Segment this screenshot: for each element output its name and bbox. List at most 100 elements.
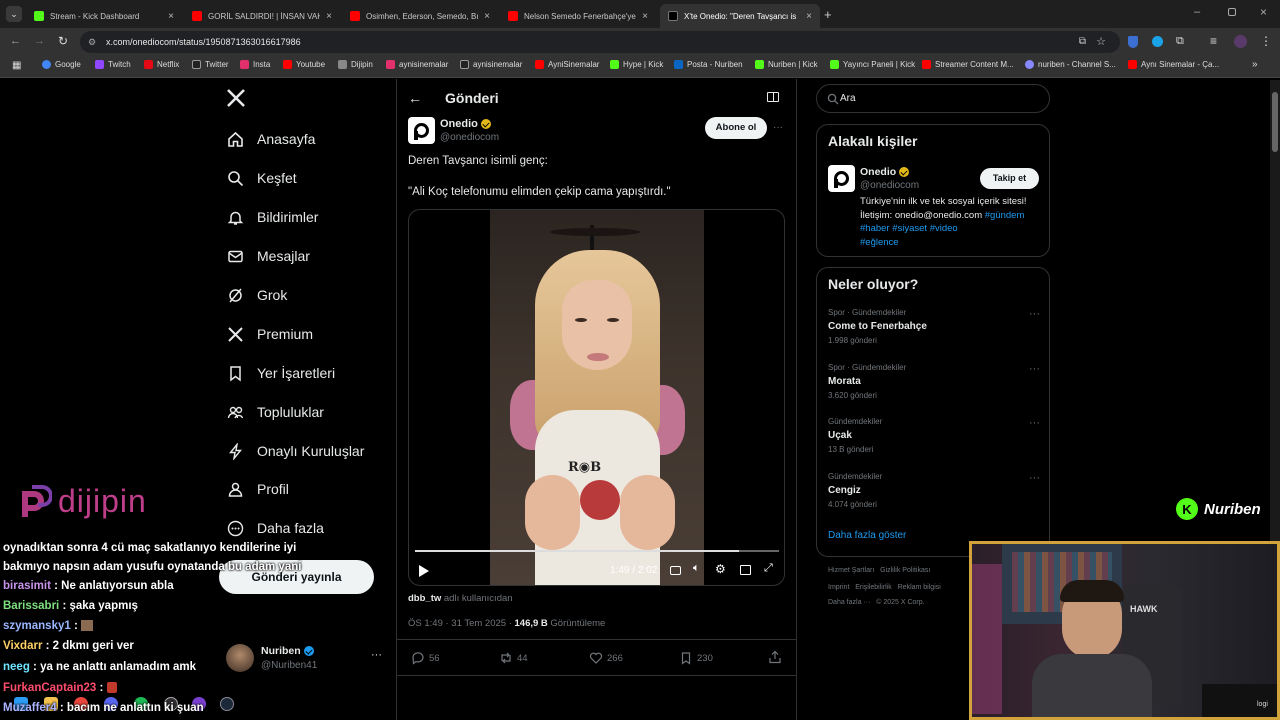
nav-profile[interactable]: Profil: [226, 480, 289, 498]
relevant-handle[interactable]: @onediocom: [860, 180, 919, 191]
subscribe-button[interactable]: Abone ol: [705, 117, 767, 139]
new-tab-button[interactable]: +: [824, 7, 832, 22]
bookmark-ayni-sinemalar[interactable]: Aynı Sinemalar - Ça...: [1128, 60, 1219, 69]
like-button[interactable]: 266: [589, 651, 623, 665]
tab-x-onedio[interactable]: X'te Onedio: "Deren Tavşancı is ×: [660, 4, 820, 28]
close-icon[interactable]: ×: [326, 11, 332, 22]
trend-item[interactable]: Gündemdekiler Uçak 13 B gönderi ···: [828, 417, 1040, 454]
bookmark-aynisinemalar-x[interactable]: aynisinemalar: [460, 60, 522, 69]
media-controls-icon[interactable]: ≡: [1210, 34, 1217, 48]
profile-icon[interactable]: [1234, 35, 1247, 48]
extensions-puzzle-icon[interactable]: ⧉: [1176, 35, 1184, 48]
author-handle[interactable]: @onediocom: [440, 132, 499, 143]
post-time[interactable]: ÖS 1:49 · 31 Tem 2025 ·: [408, 618, 512, 629]
footer-links-1[interactable]: Hizmet Şartları Gizlilik Politikası: [828, 567, 930, 574]
nav-bookmarks[interactable]: Yer İşaretleri: [226, 364, 335, 382]
bookmark-youtube[interactable]: Youtube: [283, 60, 325, 69]
close-window-button[interactable]: ×: [1260, 5, 1267, 19]
play-icon[interactable]: [419, 565, 429, 577]
bookmark-hype-kick[interactable]: Hype | Kick: [610, 60, 663, 69]
trend-item[interactable]: Gündemdekiler Cengiz 4.074 gönderi ···: [828, 472, 1040, 509]
close-icon[interactable]: ×: [806, 11, 812, 22]
nav-more[interactable]: Daha fazla: [226, 519, 324, 537]
share-icon[interactable]: [768, 650, 782, 669]
tab-search-button[interactable]: ⌄: [6, 6, 22, 22]
author-name[interactable]: Onedio: [440, 118, 491, 130]
more-bookmarks-icon[interactable]: »: [1252, 59, 1258, 70]
repost-button[interactable]: 44: [499, 651, 528, 665]
tab-youtube-osimhen[interactable]: Osimhen, Ederson, Semedo, Bı ×: [342, 4, 498, 28]
nav-verified-orgs[interactable]: Onaylı Kuruluşlar: [226, 442, 364, 460]
relevant-avatar[interactable]: [828, 165, 855, 192]
bookmark-twitter[interactable]: Twitter: [192, 60, 229, 69]
menu-icon[interactable]: ⋮: [1260, 34, 1272, 48]
close-icon[interactable]: ×: [642, 11, 648, 22]
show-more-link[interactable]: Daha fazla göster: [828, 530, 906, 541]
maximize-button[interactable]: [1228, 8, 1236, 16]
tab-kick-dashboard[interactable]: Stream - Kick Dashboard ×: [26, 4, 182, 28]
minimize-button[interactable]: –: [1194, 6, 1200, 18]
apps-grid-icon[interactable]: ▦: [12, 60, 21, 71]
fullscreen-icon[interactable]: ⤢: [764, 562, 773, 575]
nav-messages[interactable]: Mesajlar: [226, 247, 310, 265]
reader-view-icon[interactable]: [767, 92, 779, 102]
footer-links-2[interactable]: Imprint Erişilebilirlik Reklam bilgisi: [828, 584, 941, 591]
url-input[interactable]: ⚙ x.com/onediocom/status/195087136301661…: [80, 31, 1120, 53]
more-dots-icon[interactable]: ···: [773, 122, 783, 133]
more-dots-icon[interactable]: ···: [1029, 417, 1040, 429]
volume-icon[interactable]: 🔈︎: [693, 562, 700, 575]
bookmark-posta[interactable]: Posta - Nuriben: [674, 60, 743, 69]
close-icon[interactable]: ×: [484, 11, 490, 22]
bookmark-insta[interactable]: Insta: [240, 60, 270, 69]
bio-hashtag-eglence[interactable]: #eğlence: [860, 236, 1040, 250]
back-arrow-icon[interactable]: ←: [10, 35, 21, 47]
bookmark-channel-s[interactable]: nuriben - Channel S...: [1025, 60, 1116, 69]
back-arrow-icon[interactable]: ←: [408, 90, 422, 106]
bookmark-twitch[interactable]: Twitch: [95, 60, 131, 69]
relevant-name[interactable]: Onedio: [860, 166, 910, 178]
more-dots-icon[interactable]: ···: [371, 649, 382, 661]
tab-youtube-goril[interactable]: GORİL SALDIRDI! | İNSAN VAHŞ ×: [184, 4, 340, 28]
nav-explore[interactable]: Keşfet: [226, 169, 297, 187]
extension-shield-icon[interactable]: [1128, 36, 1138, 48]
source-user[interactable]: dbb_tw: [408, 593, 441, 604]
settings-gear-icon[interactable]: ⚙: [715, 562, 726, 576]
steam-icon[interactable]: [220, 697, 234, 711]
bookmark-nuriben-kick[interactable]: Nuriben | Kick: [755, 60, 818, 69]
nav-premium[interactable]: Premium: [226, 325, 313, 343]
video-player[interactable]: R◉B 1:49 / 2:02 🔈︎ ⚙ ⤢: [408, 209, 785, 586]
captions-icon[interactable]: [670, 566, 681, 575]
install-icon[interactable]: ⧉: [1079, 31, 1086, 53]
extension-globe-icon[interactable]: [1152, 36, 1163, 47]
bookmark-aynisinemalar-insta[interactable]: aynisinemalar: [386, 60, 448, 69]
more-dots-icon[interactable]: ···: [1029, 308, 1040, 320]
bookmark-netflix[interactable]: Netflix: [144, 60, 179, 69]
author-avatar[interactable]: [408, 117, 435, 144]
trend-item[interactable]: Spor · Gündemdekiler Morata 3.620 gönder…: [828, 363, 1040, 400]
search-input[interactable]: Ara: [816, 84, 1050, 113]
bookmark-streamer-content[interactable]: Streamer Content M...: [922, 60, 1014, 69]
site-info-icon[interactable]: ⚙: [88, 31, 96, 53]
bookmark-yayinci-paneli[interactable]: Yayıncı Paneli | Kick: [830, 60, 915, 69]
footer-links-3[interactable]: Daha fazla ··· © 2025 X Corp.: [828, 599, 925, 606]
reply-button[interactable]: 56: [411, 651, 440, 665]
reload-icon[interactable]: ↻: [58, 34, 68, 48]
account-switcher[interactable]: Nuriben @Nuriben41 ···: [226, 643, 386, 675]
bookmark-dijipin[interactable]: Dijipin: [338, 60, 373, 69]
trend-item[interactable]: Spor · Gündemdekiler Come to Fenerbahçe …: [828, 308, 1040, 345]
follow-button[interactable]: Takip et: [980, 168, 1039, 189]
scrollbar-thumb[interactable]: [1272, 92, 1278, 152]
pip-icon[interactable]: [740, 565, 751, 575]
nav-home[interactable]: Anasayfa: [226, 130, 315, 148]
star-icon[interactable]: ☆: [1096, 31, 1106, 53]
more-dots-icon[interactable]: ···: [1029, 472, 1040, 484]
x-logo-icon[interactable]: [226, 88, 246, 108]
bookmark-google[interactable]: Google: [42, 60, 81, 69]
bookmark-button[interactable]: 230: [679, 651, 713, 665]
nav-communities[interactable]: Topluluklar: [226, 403, 324, 421]
close-icon[interactable]: ×: [168, 11, 174, 22]
tab-youtube-semedo[interactable]: Nelson Semedo Fenerbahçe'ye ×: [500, 4, 656, 28]
bookmark-aynisinemalar-yt[interactable]: AyniSinemalar: [535, 60, 599, 69]
more-dots-icon[interactable]: ···: [1029, 363, 1040, 375]
nav-grok[interactable]: Grok: [226, 286, 287, 304]
